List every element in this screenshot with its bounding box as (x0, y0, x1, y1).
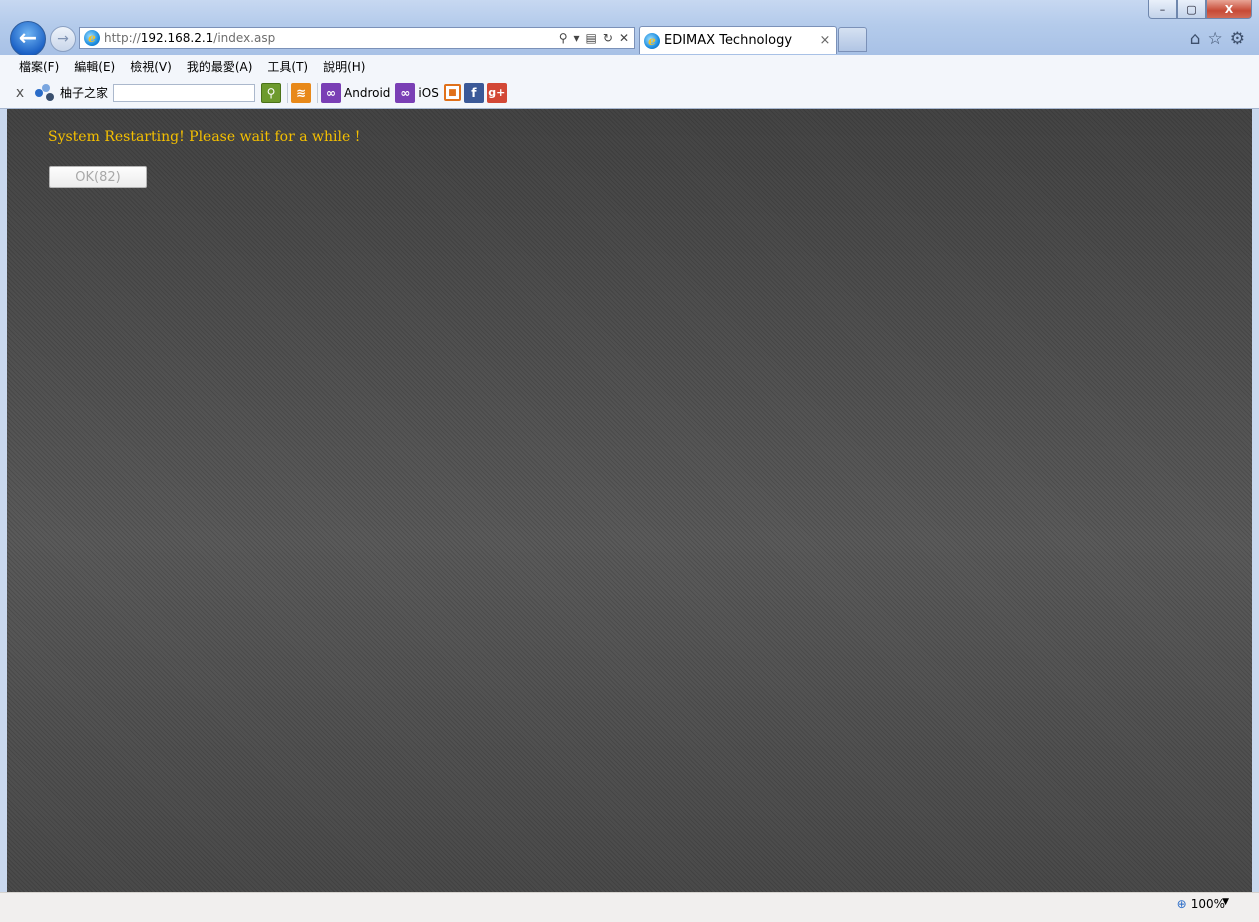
menu-favorites[interactable]: 我的最愛(A) (180, 58, 261, 75)
tab-title: EDIMAX Technology (664, 33, 793, 48)
address-bar[interactable]: e http://192.168.2.1/index.asp ⚲ ▾ ▤ ↻ ✕ (79, 27, 635, 49)
toolbar-separator (317, 82, 319, 103)
search-icon[interactable]: ⚲ (559, 31, 568, 45)
google-plus-icon[interactable]: g+ (486, 82, 507, 103)
forward-arrow-icon: → (57, 31, 69, 47)
restart-message: System Restarting! Please wait for a whi… (48, 129, 361, 145)
back-button[interactable]: ← (10, 21, 46, 57)
window-border-right (1252, 268, 1259, 892)
tab-close-icon[interactable]: × (817, 33, 833, 48)
link-icon[interactable]: ∞ (395, 82, 416, 103)
status-bar: ⊕ 100% ▼ (0, 892, 1259, 922)
home-icon[interactable]: ⌂ (1190, 29, 1201, 49)
menu-bar: 檔案(F) 編輯(E) 檢視(V) 我的最愛(A) 工具(T) 說明(H) (0, 55, 1259, 77)
zoom-level: 100% (1190, 897, 1225, 911)
menu-edit[interactable]: 編輯(E) (67, 58, 123, 75)
rss-icon[interactable]: ≋ (291, 82, 312, 103)
ie-page-icon: e (84, 30, 100, 46)
refresh-icon[interactable]: ↻ (603, 31, 613, 45)
address-tools: ⚲ ▾ ▤ ↻ ✕ (559, 31, 634, 45)
restore-button[interactable]: ▢ (1177, 0, 1206, 19)
toolbar-separator (287, 82, 289, 103)
menu-view[interactable]: 檢視(V) (123, 58, 180, 75)
forward-button[interactable]: → (50, 26, 76, 52)
bookmark-square-icon[interactable]: ■ (443, 84, 461, 101)
address-url[interactable]: http://192.168.2.1/index.asp (104, 31, 559, 45)
site-logo-icon (34, 82, 56, 104)
site-label[interactable]: 柚子之家 (60, 84, 108, 101)
close-window-button[interactable]: X (1206, 0, 1252, 19)
gear-icon[interactable]: ⚙ (1230, 29, 1245, 49)
back-arrow-icon: ← (18, 26, 38, 51)
favorites-star-icon[interactable]: ☆ (1208, 29, 1223, 49)
page-content: System Restarting! Please wait for a whi… (7, 109, 1252, 892)
custom-toolbar: x 柚子之家 ⚲ ≋ ∞ Android ∞ iOS ■ f g+ (0, 77, 1259, 109)
android-link[interactable]: Android (344, 86, 390, 100)
menu-file[interactable]: 檔案(F) (12, 58, 67, 75)
link-icon[interactable]: ∞ (321, 82, 342, 103)
tab-edimax[interactable]: e EDIMAX Technology × (639, 26, 837, 54)
window-border-left (0, 268, 7, 892)
facebook-icon[interactable]: f (463, 82, 484, 103)
zoom-dropdown-icon[interactable]: ▼ (1222, 897, 1229, 907)
menu-help[interactable]: 說明(H) (316, 58, 373, 75)
tab-ie-icon: e (644, 32, 660, 49)
new-tab-button[interactable] (838, 27, 867, 52)
ios-link[interactable]: iOS (418, 86, 438, 100)
toolbar-close-icon[interactable]: x (12, 85, 28, 101)
zoom-control[interactable]: ⊕ 100% (1177, 897, 1225, 911)
stop-icon[interactable]: ✕ (619, 31, 629, 45)
browser-right-icons: ⌂ ☆ ⚙ (1190, 29, 1245, 49)
search-go-icon[interactable]: ⚲ (261, 82, 282, 103)
toolbar-search-input[interactable] (113, 83, 256, 102)
menu-tools[interactable]: 工具(T) (260, 58, 316, 75)
window-controls: – ▢ X (1148, 0, 1252, 19)
zoom-icon: ⊕ (1176, 897, 1187, 911)
dropdown-icon[interactable]: ▾ (574, 31, 580, 45)
browser-titlebar: – ▢ X ← → e http://192.168.2.1/index.asp… (0, 0, 1259, 57)
ok-countdown-button[interactable]: OK(82) (49, 166, 147, 188)
compatibility-view-icon[interactable]: ▤ (586, 31, 597, 45)
minimize-button[interactable]: – (1148, 0, 1177, 19)
